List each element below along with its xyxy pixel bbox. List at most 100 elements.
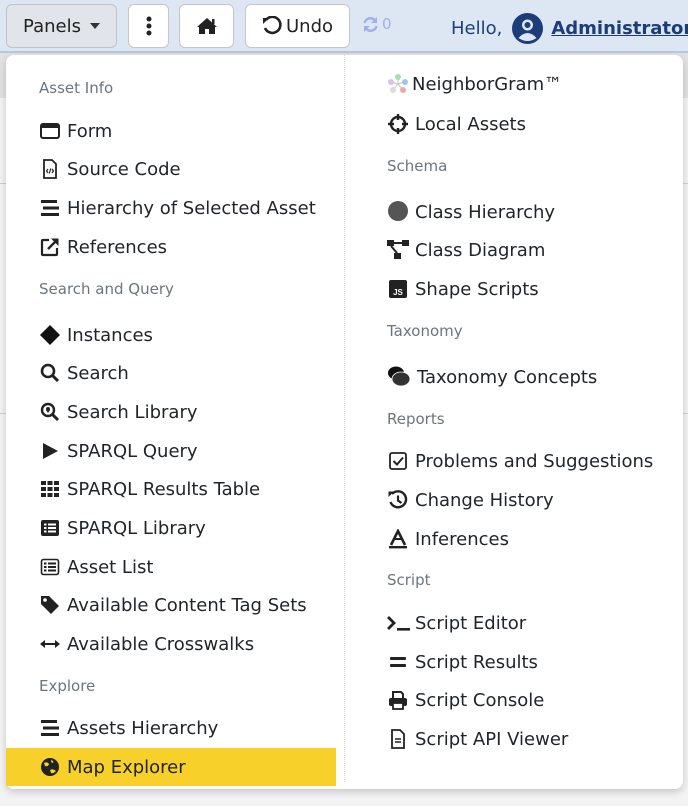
hierarchy-bars-icon	[39, 717, 61, 739]
section-header-search-and-query: Search and Query	[39, 280, 174, 298]
menu-item-neighborgram[interactable]: NeighborGram™	[387, 65, 562, 103]
section-header-script: Script	[387, 571, 431, 589]
home-button[interactable]	[179, 4, 234, 48]
undo-icon	[262, 16, 282, 35]
svg-text:JS: JS	[393, 288, 403, 297]
menu-item-label: Inferences	[415, 528, 509, 550]
js-icon: JS	[387, 278, 409, 300]
menu-item-change-history[interactable]: Change History	[387, 481, 554, 519]
menu-item-label: Map Explorer	[67, 756, 186, 778]
home-icon	[196, 18, 217, 34]
menu-item-label: Instances	[67, 324, 153, 346]
menu-item-script-console[interactable]: Script Console	[387, 681, 544, 719]
neighborgram-icon	[387, 73, 409, 95]
menu-item-script-editor[interactable]: Script Editor	[387, 604, 526, 642]
menu-item-assets-hierarchy[interactable]: Assets Hierarchy	[39, 709, 218, 747]
terminal-icon	[387, 612, 411, 634]
diamond-icon	[39, 324, 61, 346]
grid-icon	[39, 478, 61, 500]
tag-icon	[39, 594, 61, 616]
panels-dropdown-menu: Asset Info Form Source Code Hierarchy of…	[6, 55, 683, 789]
column-divider	[344, 55, 345, 782]
menu-item-label: Available Content Tag Sets	[67, 594, 307, 616]
greeting-text: Hello,	[451, 18, 503, 39]
menu-item-sparql-library[interactable]: SPARQL Library	[39, 509, 206, 547]
menu-item-label: Script Console	[415, 689, 545, 711]
section-header-taxonomy: Taxonomy	[387, 322, 463, 340]
list-alt-icon	[39, 517, 61, 539]
check-square-icon	[387, 450, 409, 472]
menu-item-script-results[interactable]: Script Results	[387, 643, 538, 681]
search-location-icon	[39, 401, 61, 423]
username-link[interactable]: Administrator	[551, 18, 688, 39]
file-text-icon	[387, 728, 409, 750]
caret-down-icon	[89, 23, 100, 29]
more-options-button[interactable]	[128, 4, 169, 48]
menu-item-sparql-results-table[interactable]: SPARQL Results Table	[39, 470, 260, 508]
menu-item-local-assets[interactable]: Local Assets	[387, 105, 526, 143]
menu-item-label: Search Library	[67, 401, 198, 423]
menu-item-label: References	[67, 236, 168, 258]
menu-item-label: Change History	[415, 489, 554, 511]
menu-item-label: Script API Viewer	[415, 728, 569, 750]
diagram-icon	[387, 239, 409, 261]
hierarchy-bars-icon	[39, 197, 61, 219]
search-icon	[39, 362, 61, 384]
menu-item-inferences[interactable]: Inferences	[387, 520, 509, 558]
user-greeting: Hello, Administrator	[451, 13, 688, 44]
menu-item-map-explorer[interactable]: Map Explorer	[6, 748, 336, 786]
redo-button[interactable]: 0	[362, 15, 392, 33]
crosshairs-icon	[387, 113, 409, 135]
menu-item-label: SPARQL Query	[67, 440, 198, 462]
menu-item-class-diagram[interactable]: Class Diagram	[387, 231, 545, 269]
menu-item-search-library[interactable]: Search Library	[39, 393, 198, 431]
menu-item-problems-and-suggestions[interactable]: Problems and Suggestions	[387, 442, 653, 480]
menu-item-references[interactable]: References	[39, 228, 167, 266]
section-header-schema: Schema	[387, 157, 448, 175]
play-icon	[39, 440, 61, 462]
menu-item-label: Search	[67, 362, 129, 384]
menu-item-label: Hierarchy of Selected Asset	[67, 197, 316, 219]
print-icon	[387, 689, 409, 711]
inference-icon	[387, 528, 409, 550]
menu-item-label: Script Results	[415, 651, 538, 673]
menu-item-instances[interactable]: Instances	[39, 316, 153, 354]
menu-item-label: Class Hierarchy	[415, 201, 556, 223]
panels-label: Panels	[23, 15, 81, 37]
list-outline-icon	[39, 556, 61, 578]
menu-item-label: Taxonomy Concepts	[417, 366, 598, 388]
menu-item-label: Class Diagram	[415, 239, 546, 261]
user-circle-icon	[512, 13, 544, 44]
menu-item-asset-list[interactable]: Asset List	[39, 548, 153, 586]
menu-item-label: Local Assets	[415, 113, 526, 135]
menu-item-available-content-tag-sets[interactable]: Available Content Tag Sets	[39, 586, 307, 624]
menu-item-form[interactable]: Form	[39, 112, 112, 150]
section-header-asset-info: Asset Info	[39, 79, 114, 97]
menu-item-shape-scripts[interactable]: JS Shape Scripts	[387, 270, 539, 308]
history-icon	[387, 489, 409, 511]
menu-item-source-code[interactable]: Source Code	[39, 150, 181, 188]
menu-item-script-api-viewer[interactable]: Script API Viewer	[387, 720, 568, 758]
concepts-icon	[387, 366, 411, 388]
sync-icon	[363, 16, 378, 32]
panels-dropdown-button[interactable]: Panels	[6, 4, 117, 48]
menu-item-search[interactable]: Search	[39, 354, 129, 392]
menu-item-label: SPARQL Results Table	[67, 478, 261, 500]
window-icon	[39, 120, 61, 142]
menu-item-label: Available Crosswalks	[67, 633, 255, 655]
menu-item-taxonomy-concepts[interactable]: Taxonomy Concepts	[387, 358, 597, 396]
menu-item-label: Problems and Suggestions	[415, 450, 654, 472]
menu-item-hierarchy-of-selected-asset[interactable]: Hierarchy of Selected Asset	[39, 189, 316, 227]
menu-item-label: SPARQL Library	[67, 517, 206, 539]
menu-item-label: Assets Hierarchy	[67, 717, 219, 739]
menu-item-class-hierarchy[interactable]: Class Hierarchy	[387, 193, 555, 231]
section-header-reports: Reports	[387, 410, 445, 428]
menu-item-available-crosswalks[interactable]: Available Crosswalks	[39, 625, 254, 663]
redo-count: 0	[382, 15, 392, 33]
undo-button[interactable]: Undo	[245, 4, 350, 48]
top-toolbar: Panels Undo 0 Hello, Administrator	[0, 0, 688, 53]
equals-icon	[387, 651, 409, 673]
external-link-icon	[39, 236, 61, 258]
menu-item-label: Source Code	[67, 158, 181, 180]
menu-item-sparql-query[interactable]: SPARQL Query	[39, 432, 198, 470]
